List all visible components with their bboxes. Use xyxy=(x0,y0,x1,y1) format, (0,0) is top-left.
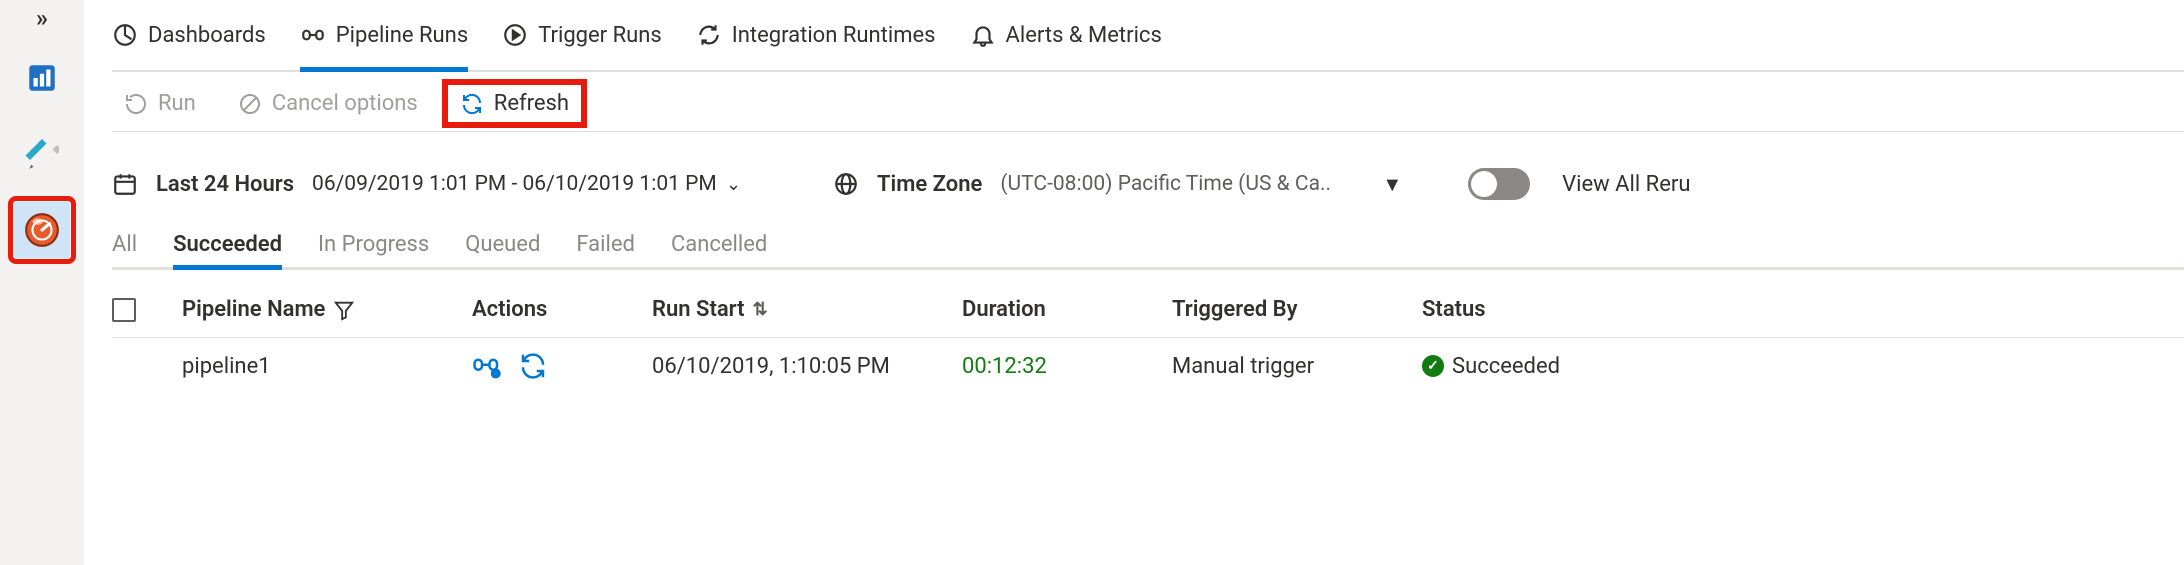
view-all-reruns-toggle[interactable] xyxy=(1468,168,1530,200)
gauge-icon xyxy=(23,211,61,249)
status-tab-queued[interactable]: Queued xyxy=(465,232,540,267)
cell-run-start: 06/10/2019, 1:10:05 PM xyxy=(652,354,962,379)
status-tab-succeeded[interactable]: Succeeded xyxy=(173,232,282,267)
checkbox-icon[interactable] xyxy=(112,298,136,322)
tab-alerts-metrics[interactable]: Alerts & Metrics xyxy=(970,0,1162,70)
sidebar-nav: » xyxy=(0,0,84,565)
main-content: Dashboards Pipeline Runs Trigger Runs In… xyxy=(84,0,2184,565)
table-header: Pipeline Name Actions Run Start ⇅ Durati… xyxy=(112,282,2184,338)
caret-down-icon[interactable]: ▼ xyxy=(1382,172,1402,197)
refresh-label: Refresh xyxy=(494,91,569,116)
tab-integration-runtimes[interactable]: Integration Runtimes xyxy=(696,0,936,70)
cancel-label: Cancel options xyxy=(272,91,418,116)
play-icon xyxy=(502,22,528,48)
top-tabs: Dashboards Pipeline Runs Trigger Runs In… xyxy=(112,0,2184,72)
runs-table: Pipeline Name Actions Run Start ⇅ Durati… xyxy=(112,282,2184,394)
status-tab-all[interactable]: All xyxy=(112,232,137,267)
col-status[interactable]: Status xyxy=(1422,297,1642,322)
filter-icon[interactable] xyxy=(333,299,355,321)
time-range-label[interactable]: Last 24 Hours xyxy=(156,172,294,197)
run-button[interactable]: Run xyxy=(112,85,208,122)
chevron-down-icon: ⌄ xyxy=(726,174,741,195)
cell-status: ✓ Succeeded xyxy=(1422,354,1642,379)
col-label: Status xyxy=(1422,297,1486,322)
refresh-icon xyxy=(460,92,484,116)
col-run-start[interactable]: Run Start ⇅ xyxy=(652,297,962,322)
calendar-icon xyxy=(112,171,138,197)
pencil-icon xyxy=(25,137,59,171)
table-row[interactable]: pipeline1 06/10/2019, 1:10:05 PM 00:12:3… xyxy=(112,338,2184,394)
toggle-knob xyxy=(1471,171,1497,197)
success-badge-icon: ✓ xyxy=(1422,355,1444,377)
col-pipeline-name[interactable]: Pipeline Name xyxy=(182,297,472,322)
tab-label: Dashboards xyxy=(148,23,266,48)
status-text: Succeeded xyxy=(1452,354,1560,379)
tab-dashboards[interactable]: Dashboards xyxy=(112,0,266,70)
pipeline-icon xyxy=(300,22,326,48)
tab-label: Pipeline Runs xyxy=(336,23,468,48)
time-range-text: 06/09/2019 1:01 PM - 06/10/2019 1:01 PM xyxy=(312,172,717,196)
tab-label: Alerts & Metrics xyxy=(1006,23,1162,48)
toolbar: Run Cancel options Refresh xyxy=(112,72,2184,132)
status-tab-in-progress[interactable]: In Progress xyxy=(318,232,429,267)
tab-pipeline-runs[interactable]: Pipeline Runs xyxy=(300,0,468,70)
timezone-dropdown[interactable]: (UTC-08:00) Pacific Time (US & Ca... xyxy=(1000,172,1330,196)
view-all-reruns-label: View All Reru xyxy=(1562,172,1690,197)
refresh-button[interactable]: Refresh xyxy=(448,85,581,122)
status-filter-tabs: All Succeeded In Progress Queued Failed … xyxy=(112,218,2184,270)
tab-label: Integration Runtimes xyxy=(732,23,936,48)
globe-icon xyxy=(833,171,859,197)
dashboard-icon xyxy=(112,22,138,48)
col-actions: Actions xyxy=(472,297,652,322)
col-label: Pipeline Name xyxy=(182,297,325,322)
rerun-icon[interactable] xyxy=(518,351,548,381)
run-label: Run xyxy=(158,91,196,116)
sidebar-item-author[interactable] xyxy=(14,126,70,182)
tab-label: Trigger Runs xyxy=(538,23,662,48)
ir-icon xyxy=(696,22,722,48)
status-tab-failed[interactable]: Failed xyxy=(576,232,635,267)
col-label: Duration xyxy=(962,297,1046,322)
timezone-label: Time Zone xyxy=(877,172,982,197)
sidebar-item-overview[interactable] xyxy=(14,50,70,106)
status-tab-cancelled[interactable]: Cancelled xyxy=(671,232,767,267)
tab-trigger-runs[interactable]: Trigger Runs xyxy=(502,0,662,70)
sidebar-expand-icon[interactable]: » xyxy=(36,6,48,30)
cell-pipeline-name[interactable]: pipeline1 xyxy=(182,354,472,379)
time-range-value[interactable]: 06/09/2019 1:01 PM - 06/10/2019 1:01 PM … xyxy=(312,172,741,196)
col-triggered-by[interactable]: Triggered By xyxy=(1172,297,1422,322)
filter-bar: Last 24 Hours 06/09/2019 1:01 PM - 06/10… xyxy=(112,132,2184,218)
view-activities-icon[interactable] xyxy=(472,351,502,381)
timezone-value: (UTC-08:00) Pacific Time (US & Ca... xyxy=(1000,172,1330,196)
cancel-options-button[interactable]: Cancel options xyxy=(226,85,430,122)
sort-icon[interactable]: ⇅ xyxy=(753,299,768,320)
col-label: Run Start xyxy=(652,297,745,322)
col-duration[interactable]: Duration xyxy=(962,297,1172,322)
cell-triggered-by: Manual trigger xyxy=(1172,354,1422,379)
sidebar-item-monitor[interactable] xyxy=(14,202,70,258)
select-all-cell[interactable] xyxy=(112,298,182,322)
chart-icon xyxy=(25,61,59,95)
cancel-icon xyxy=(238,92,262,116)
cell-duration: 00:12:32 xyxy=(962,354,1172,379)
bell-icon xyxy=(970,22,996,48)
col-label: Actions xyxy=(472,297,547,322)
run-icon xyxy=(124,92,148,116)
cell-actions xyxy=(472,351,652,381)
col-label: Triggered By xyxy=(1172,297,1298,322)
